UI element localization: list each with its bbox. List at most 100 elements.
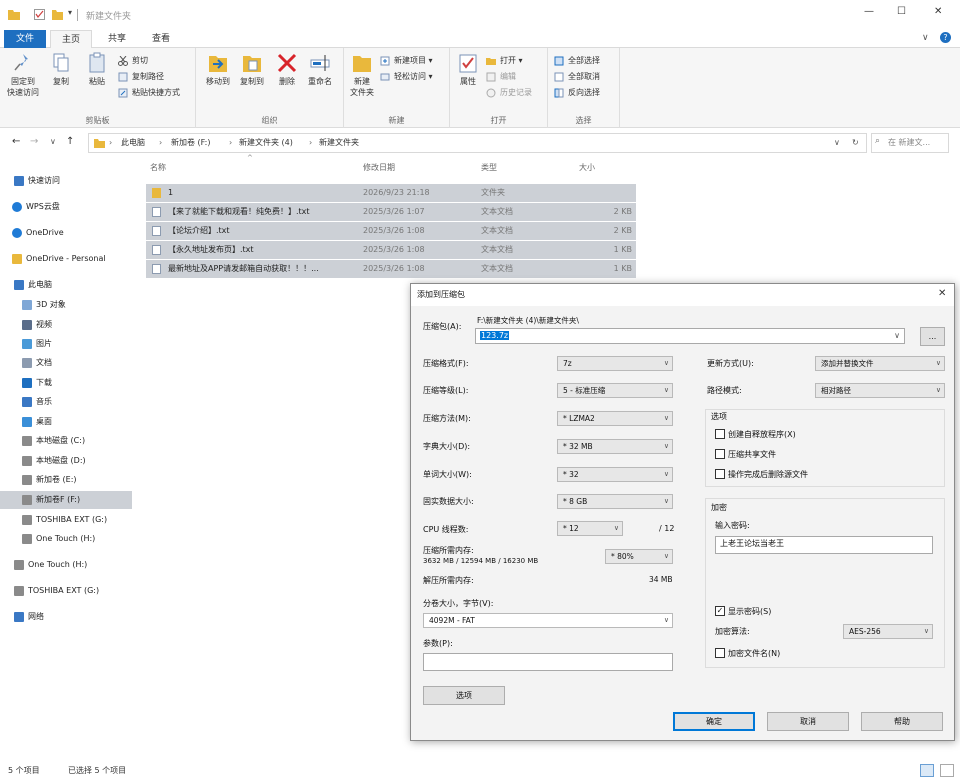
copy-button[interactable]: 复制 bbox=[44, 52, 78, 87]
forward-arrow-icon[interactable]: → bbox=[30, 136, 38, 147]
column-header-date[interactable]: 修改日期 bbox=[363, 160, 395, 176]
cut-button[interactable]: 剪切 bbox=[118, 54, 148, 68]
move-to-button[interactable]: 移动到 bbox=[202, 52, 234, 87]
archive-label: 压缩包(A): bbox=[423, 322, 462, 331]
options-button[interactable]: 选项 bbox=[423, 686, 505, 705]
minimize-icon[interactable]: — bbox=[864, 6, 874, 17]
easy-access-button[interactable]: 轻松访问 ▾ bbox=[380, 70, 433, 84]
dict-select[interactable]: * 32 MB ∨ bbox=[557, 439, 673, 454]
tab-file[interactable]: 文件 bbox=[4, 30, 46, 48]
tab-home[interactable]: 主页 bbox=[50, 30, 92, 48]
ribbon-collapse-icon[interactable]: ∨ bbox=[922, 33, 929, 43]
history-button[interactable]: 历史记录 bbox=[486, 86, 532, 100]
table-row[interactable]: 【来了就能下载和观看！纯免费！】.txt 2025/3/26 1:07 文本文档 2 … bbox=[146, 203, 636, 221]
invert-selection-button[interactable]: 反向选择 bbox=[554, 86, 600, 100]
path-mode-select[interactable]: 相对路径 ∨ bbox=[815, 383, 945, 398]
paste-button[interactable]: 粘贴 bbox=[80, 52, 114, 87]
new-item-icon bbox=[380, 56, 390, 66]
copy-path-button[interactable]: 复制路径 bbox=[118, 70, 164, 84]
back-arrow-icon[interactable]: ← bbox=[12, 136, 20, 147]
new-folder-quick-icon[interactable] bbox=[52, 9, 63, 20]
solid-label: 固实数据大小: bbox=[423, 497, 474, 506]
large-icons-view-icon[interactable] bbox=[940, 764, 954, 777]
maximize-icon[interactable]: ☐ bbox=[897, 6, 906, 17]
nav-item-label: 快速访问 bbox=[28, 176, 60, 185]
show-password-checkbox[interactable]: ✓ 显示密码(S) bbox=[715, 606, 771, 617]
update-select[interactable]: 添加并替换文件 ∨ bbox=[815, 356, 945, 371]
pin-button[interactable]: 固定到 快速访问 bbox=[6, 52, 40, 98]
chevron-down-icon: ∨ bbox=[663, 552, 669, 560]
edit-button[interactable]: 编辑 bbox=[486, 70, 516, 84]
breadcrumb-item[interactable]: 新建文件夹 (4) bbox=[239, 134, 293, 152]
solid-select[interactable]: * 8 GB ∨ bbox=[557, 494, 673, 509]
level-select[interactable]: 5 - 标准压缩 ∨ bbox=[557, 383, 673, 398]
address-box[interactable]: › 此电脑 › 新加卷 (F:) › 新建文件夹 (4) › 新建文件夹 ∨ ↻ bbox=[88, 133, 867, 153]
nav-item-label: TOSHIBA EXT (G:) bbox=[28, 586, 100, 595]
checkmark-icon: ✓ bbox=[715, 606, 725, 616]
tab-view[interactable]: 查看 bbox=[140, 30, 182, 48]
properties-button[interactable]: 属性 bbox=[454, 52, 482, 87]
browse-button[interactable]: ... bbox=[920, 327, 945, 346]
method-select[interactable]: * LZMA2 ∨ bbox=[557, 411, 673, 426]
history-icon bbox=[486, 88, 496, 98]
cancel-button[interactable]: 取消 bbox=[767, 712, 849, 731]
dict-label: 字典大小(D): bbox=[423, 442, 471, 451]
dialog-close-icon[interactable]: ✕ bbox=[938, 288, 946, 299]
params-input[interactable] bbox=[423, 653, 673, 671]
new-folder-button[interactable]: 新建 文件夹 bbox=[346, 52, 378, 98]
recent-dropdown-icon[interactable]: ∨ bbox=[50, 137, 56, 146]
nav-item-label: OneDrive bbox=[26, 228, 64, 237]
table-row[interactable]: 【永久地址发布页】.txt 2025/3/26 1:08 文本文档 1 KB bbox=[146, 241, 636, 259]
tab-share[interactable]: 共享 bbox=[96, 30, 138, 48]
close-icon[interactable]: ✕ bbox=[934, 6, 942, 17]
column-header-size[interactable]: 大小 bbox=[579, 160, 595, 176]
up-arrow-icon[interactable]: ↑ bbox=[66, 136, 74, 147]
cell-type: 文本文档 bbox=[481, 245, 513, 254]
column-header-type[interactable]: 类型 bbox=[481, 160, 497, 176]
archive-dropdown-icon[interactable]: ∨ bbox=[894, 329, 900, 343]
table-row[interactable]: 1 2026/9/23 21:18 文件夹 bbox=[146, 184, 636, 202]
split-select[interactable]: 4092M - FAT ∨ bbox=[423, 613, 673, 628]
address-dropdown-icon[interactable]: ∨ bbox=[834, 134, 840, 152]
breadcrumb-item[interactable]: 新建文件夹 bbox=[319, 134, 359, 152]
search-input[interactable]: 在 新建文... bbox=[871, 133, 949, 153]
archive-name-input[interactable]: 123.7z ∨ bbox=[475, 328, 905, 344]
encryption-method-select[interactable]: AES-256 ∨ bbox=[843, 624, 933, 639]
nav-item[interactable]: 新加卷F (F:) bbox=[0, 491, 132, 509]
delete-button[interactable]: 删除 bbox=[274, 52, 300, 87]
rename-button[interactable]: 重命名 bbox=[304, 52, 336, 87]
properties-check-icon[interactable] bbox=[34, 9, 45, 20]
help-icon[interactable]: ? bbox=[940, 32, 951, 43]
cpu-select[interactable]: * 12 ∨ bbox=[557, 521, 623, 536]
password-input[interactable]: 上老王论坛当老王 bbox=[715, 536, 933, 554]
table-row[interactable]: 最新地址及APP请发邮箱自动获取！！！... 2025/3/26 1:08 文本文档… bbox=[146, 260, 636, 278]
shared-checkbox[interactable]: 压缩共享文件 bbox=[715, 449, 776, 460]
help-button[interactable]: 帮助 bbox=[861, 712, 943, 731]
column-header-name[interactable]: 名称 bbox=[150, 160, 166, 176]
ok-button[interactable]: 确定 bbox=[673, 712, 755, 731]
search-icon: ⌕ bbox=[875, 136, 881, 146]
paste-shortcut-button[interactable]: 粘贴快捷方式 bbox=[118, 86, 180, 100]
open-button[interactable]: 打开 ▾ bbox=[486, 54, 523, 68]
encrypt-names-checkbox[interactable]: 加密文件名(N) bbox=[715, 648, 780, 659]
select-all-button[interactable]: 全部选择 bbox=[554, 54, 600, 68]
format-select[interactable]: 7z ∨ bbox=[557, 356, 673, 371]
cloud-icon bbox=[12, 228, 22, 238]
table-row[interactable]: 【论坛介绍】.txt 2025/3/26 1:08 文本文档 2 KB bbox=[146, 222, 636, 240]
sfx-checkbox[interactable]: 创建自释放程序(X) bbox=[715, 429, 796, 440]
word-select[interactable]: * 32 ∨ bbox=[557, 467, 673, 482]
cell-name: 【来了就能下载和观看！纯免费！】.txt bbox=[168, 207, 310, 216]
address-bar-row: ← → ∨ ↑ › 此电脑 › 新加卷 (F:) › 新建文件夹 (4) › 新… bbox=[0, 132, 960, 154]
breadcrumb-item[interactable]: 新加卷 (F:) bbox=[171, 134, 210, 152]
breadcrumb-item[interactable]: 此电脑 bbox=[121, 134, 145, 152]
memory-percent-select[interactable]: * 80% ∨ bbox=[605, 549, 673, 564]
quick-access-dropdown-icon[interactable]: ▾ bbox=[68, 8, 72, 17]
details-view-icon[interactable] bbox=[920, 764, 934, 777]
delete-after-checkbox[interactable]: 操作完成后删除源文件 bbox=[715, 469, 808, 480]
path-mode-label: 路径模式: bbox=[707, 386, 742, 395]
cell-type: 文件夹 bbox=[481, 188, 505, 197]
new-item-button[interactable]: 新建项目 ▾ bbox=[380, 54, 433, 68]
copy-to-button[interactable]: 复制到 bbox=[236, 52, 268, 87]
refresh-icon[interactable]: ↻ bbox=[852, 134, 859, 152]
select-none-button[interactable]: 全部取消 bbox=[554, 70, 600, 84]
